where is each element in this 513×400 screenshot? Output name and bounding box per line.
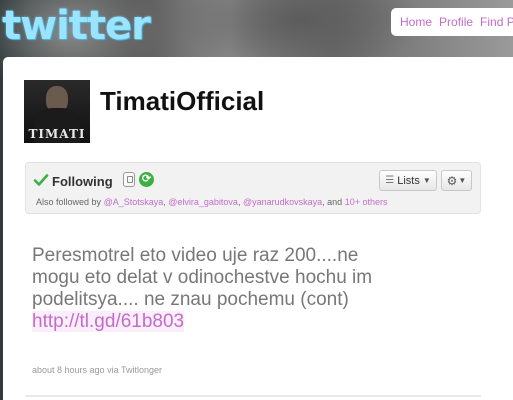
top-navigation: Home Profile Find P <box>391 8 513 36</box>
lists-button-label: Lists <box>397 174 420 187</box>
nav-find-people-link[interactable]: Find P <box>480 15 513 29</box>
tweet-body: Peresmotrel eto video uje raz 200....ne … <box>32 245 373 310</box>
chevron-down-icon: ▼ <box>422 176 431 185</box>
separator: , <box>237 197 241 207</box>
avatar[interactable]: TIMATI <box>24 80 90 143</box>
settings-button[interactable]: ⚙ ▼ <box>441 170 472 191</box>
device-updates-icon[interactable] <box>123 172 135 187</box>
gear-icon: ⚙ <box>446 173 458 188</box>
check-icon <box>33 174 49 186</box>
separator: , <box>163 197 166 207</box>
nav-home-link[interactable]: Home <box>400 15 432 29</box>
avatar-brand-text: TIMATI <box>28 127 86 141</box>
tweet-meta: about 8 hours ago via Twitlonger <box>32 365 162 375</box>
retweets-on-icon[interactable]: ⟳ <box>139 172 154 187</box>
chevron-down-icon: ▼ <box>458 176 467 185</box>
profile-username: TimatiOfficial <box>100 86 265 116</box>
divider <box>25 395 481 397</box>
via-label: via <box>107 365 119 375</box>
follower-link[interactable]: @elvira_gabitova <box>168 197 238 207</box>
separator-and: , and <box>322 197 343 207</box>
tweet-link[interactable]: http://tl.gd/61b803 <box>32 311 185 332</box>
tweet-timestamp[interactable]: about 8 hours ago <box>32 365 105 375</box>
via-app-link[interactable]: Twitlonger <box>121 365 162 375</box>
follower-link[interactable]: @yanarudkovskaya <box>243 197 322 207</box>
nav-profile-link[interactable]: Profile <box>439 15 473 29</box>
list-icon: ☰ <box>385 175 395 186</box>
tweet-text: Peresmotrel eto video uje raz 200....ne … <box>32 245 402 333</box>
lists-button[interactable]: ☰ Lists ▼ <box>379 170 437 191</box>
also-followed-prefix: Also followed by <box>36 197 102 207</box>
twitter-logo[interactable]: twitter <box>2 3 151 49</box>
more-followers-link[interactable]: 10+ others <box>345 197 388 207</box>
following-status[interactable]: Following <box>52 174 113 189</box>
follower-link[interactable]: @A_Stotskaya <box>104 197 164 207</box>
also-followed-by: Also followed by @A_Stotskaya, @elvira_g… <box>36 197 388 207</box>
